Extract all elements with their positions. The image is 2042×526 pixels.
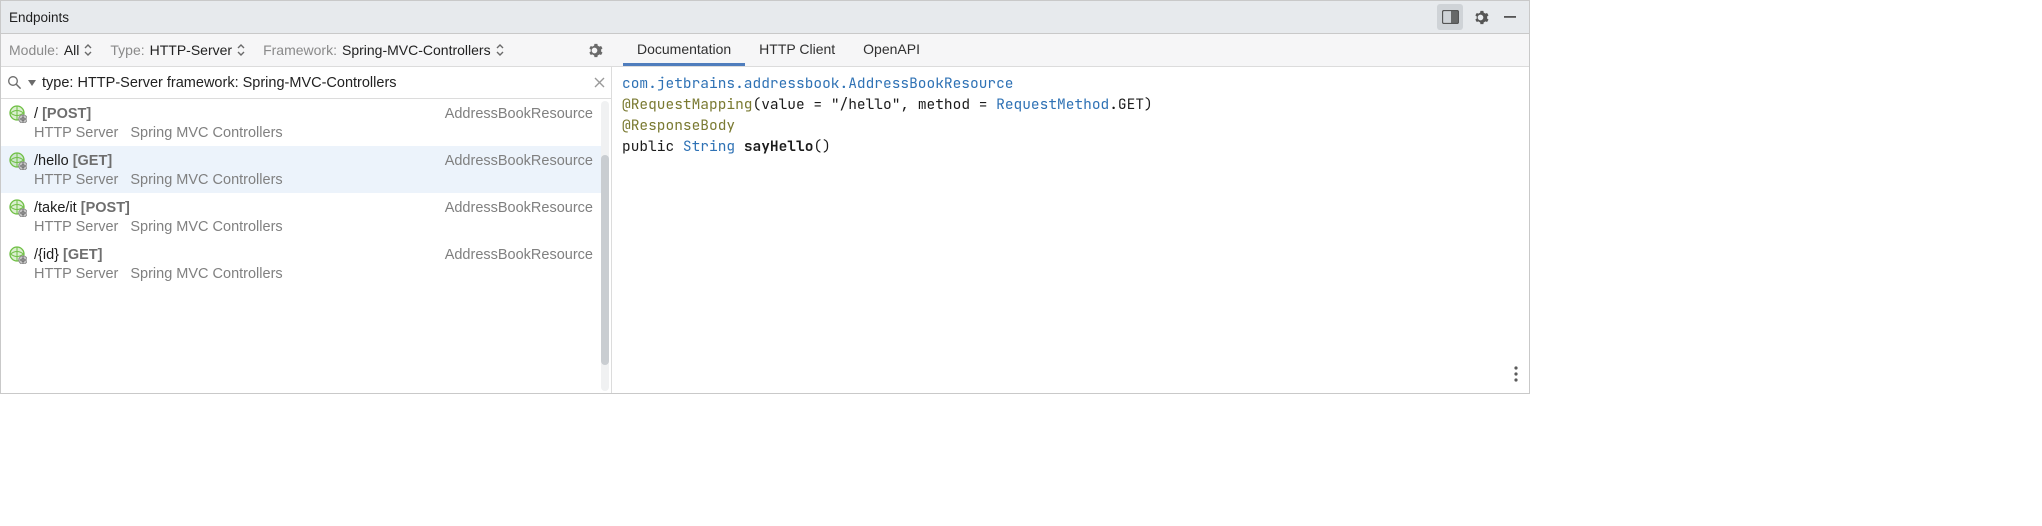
endpoint-method: [POST] [42, 106, 91, 122]
endpoint-path: /take/it [POST] [34, 200, 130, 216]
minimize-icon [1503, 10, 1517, 24]
endpoints-list[interactable]: / [POST] AddressBookResource HTTP Server Sp… [1, 99, 611, 393]
endpoints-tool-window: Endpoints Module: All Type: HTTP-Server [0, 0, 1530, 394]
titlebar-actions [1437, 4, 1523, 30]
close-icon [594, 77, 605, 88]
tab-openapi[interactable]: OpenAPI [849, 34, 934, 66]
filter-framework[interactable]: Framework: Spring-MVC-Controllers [263, 42, 504, 58]
layout-toggle-button[interactable] [1437, 4, 1463, 30]
endpoint-framework: Spring MVC Controllers [130, 172, 282, 188]
clear-search-button[interactable] [594, 77, 605, 88]
endpoint-origin: AddressBookResource [445, 153, 593, 169]
gear-icon [1472, 9, 1489, 26]
chevron-updown-icon [496, 44, 504, 56]
filter-row: Module: All Type: HTTP-Server Framework:… [1, 34, 611, 66]
endpoint-origin: AddressBookResource [445, 200, 593, 216]
doc-annotation: @ResponseBody [622, 116, 735, 135]
endpoint-method: [GET] [73, 153, 112, 169]
endpoint-method: [POST] [81, 200, 130, 216]
titlebar-title: Endpoints [9, 10, 69, 25]
endpoint-icon [9, 105, 27, 123]
endpoint-item[interactable]: / [POST] AddressBookResource HTTP Server Sp… [1, 99, 601, 146]
endpoint-path: / [POST] [34, 106, 91, 122]
chevron-updown-icon [84, 44, 92, 56]
filter-framework-label: Framework: [263, 42, 337, 58]
filter-module-value: All [64, 42, 80, 58]
endpoint-subtype: HTTP Server [34, 125, 118, 141]
details-tabs: Documentation HTTP Client OpenAPI [611, 34, 934, 66]
filter-settings-button[interactable] [586, 42, 611, 59]
filter-module[interactable]: Module: All [9, 42, 92, 58]
chevron-updown-icon [237, 44, 245, 56]
endpoint-path: /{id} [GET] [34, 247, 103, 263]
endpoint-subtype: HTTP Server [34, 266, 118, 282]
endpoint-method: [GET] [63, 247, 102, 263]
endpoint-framework: Spring MVC Controllers [130, 219, 282, 235]
body-split: / [POST] AddressBookResource HTTP Server Sp… [1, 67, 1529, 393]
tab-documentation[interactable]: Documentation [623, 34, 745, 66]
endpoint-framework: Spring MVC Controllers [130, 266, 282, 282]
tab-http-client[interactable]: HTTP Client [745, 34, 849, 66]
endpoints-panel: / [POST] AddressBookResource HTTP Server Sp… [1, 67, 612, 393]
filter-type[interactable]: Type: HTTP-Server [110, 42, 245, 58]
search-row [1, 67, 611, 99]
settings-button[interactable] [1467, 4, 1493, 30]
more-button[interactable] [1509, 365, 1523, 387]
more-vertical-icon [1509, 365, 1523, 383]
details-panel: com.jetbrains.addressbook.AddressBookRes… [612, 67, 1529, 393]
doc-fqcn: com.jetbrains.addressbook.AddressBookRes… [622, 74, 1014, 93]
search-input[interactable] [42, 75, 588, 91]
doc-method-name: sayHello [744, 137, 814, 156]
gear-icon [586, 42, 603, 59]
endpoint-icon [9, 152, 27, 170]
search-icon [7, 75, 22, 90]
titlebar: Endpoints [1, 1, 1529, 34]
endpoint-subtype: HTTP Server [34, 172, 118, 188]
endpoint-origin: AddressBookResource [445, 106, 593, 122]
endpoint-item[interactable]: /hello [GET] AddressBookResource HTTP Serv… [1, 146, 601, 193]
scrollbar[interactable] [601, 101, 609, 391]
endpoint-icon [9, 246, 27, 264]
doc-annotation: @RequestMapping [622, 95, 753, 114]
endpoint-framework: Spring MVC Controllers [130, 125, 282, 141]
filter-type-value: HTTP-Server [150, 42, 232, 58]
filter-bar: Module: All Type: HTTP-Server Framework:… [1, 34, 1529, 67]
layout-icon [1442, 10, 1459, 24]
hide-button[interactable] [1497, 4, 1523, 30]
endpoint-item[interactable]: /{id} [GET] AddressBookResource HTTP Serve… [1, 240, 601, 287]
endpoint-origin: AddressBookResource [445, 247, 593, 263]
endpoint-subtype: HTTP Server [34, 219, 118, 235]
filter-type-label: Type: [110, 42, 144, 58]
documentation-content: com.jetbrains.addressbook.AddressBookRes… [612, 67, 1529, 163]
filter-module-label: Module: [9, 42, 59, 58]
endpoint-item[interactable]: /take/it [POST] AddressBookResource HTTP S… [1, 193, 601, 240]
endpoint-icon [9, 199, 27, 217]
endpoint-path: /hello [GET] [34, 153, 112, 169]
scrollbar-thumb[interactable] [601, 155, 609, 365]
filter-framework-value: Spring-MVC-Controllers [342, 42, 491, 58]
search-dropdown-icon[interactable] [28, 80, 36, 86]
